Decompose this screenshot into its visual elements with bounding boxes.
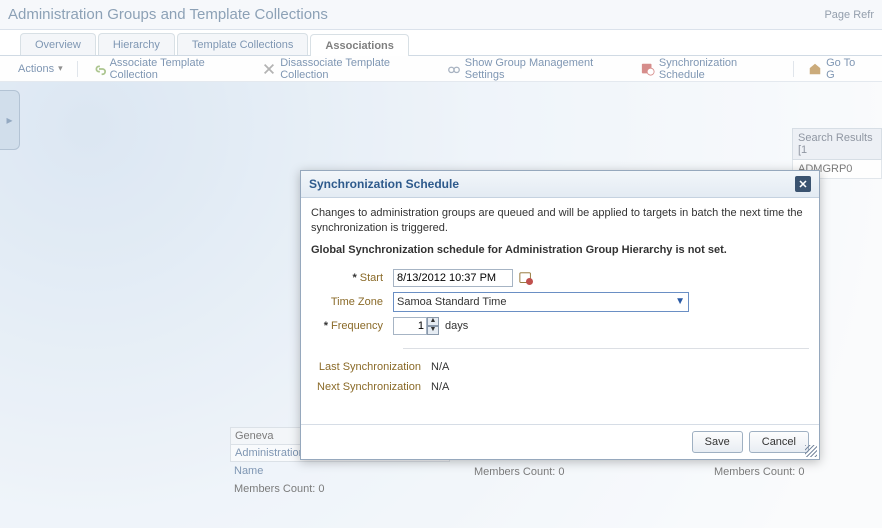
last-sync-label: Last Synchronization — [311, 361, 431, 373]
show-settings-label: Show Group Management Settings — [465, 57, 627, 81]
page-refreshed-label: Page Refr — [824, 9, 874, 21]
tab-associations[interactable]: Associations — [310, 34, 408, 56]
frequency-unit: days — [445, 320, 468, 332]
page-title: Administration Groups and Template Colle… — [8, 6, 328, 23]
tab-overview[interactable]: Overview — [20, 33, 96, 55]
card-members-label: Members Count: — [474, 466, 555, 478]
toolbar-separator — [77, 61, 78, 77]
home-icon — [808, 62, 822, 76]
chevron-down-icon: ▼ — [675, 296, 685, 307]
timezone-value: Samoa Standard Time — [397, 296, 506, 308]
dialog-title: Synchronization Schedule — [309, 177, 459, 191]
link-icon — [92, 62, 106, 76]
card-members-value: 0 — [318, 483, 324, 495]
dialog-close-button[interactable]: ✕ — [795, 176, 811, 192]
sync-schedule-button[interactable]: Synchronization Schedule — [641, 57, 779, 81]
disassociate-template-button[interactable]: Disassociate Template Collection — [262, 57, 433, 81]
spinner-down-button[interactable]: ▼ — [427, 326, 439, 335]
close-icon: ✕ — [798, 178, 807, 191]
show-group-management-button[interactable]: Show Group Management Settings — [447, 57, 627, 81]
frequency-label: Frequency — [311, 320, 393, 332]
dialog-titlebar[interactable]: Synchronization Schedule ✕ — [301, 171, 819, 198]
disassociate-label: Disassociate Template Collection — [280, 57, 433, 81]
cancel-button[interactable]: Cancel — [749, 431, 809, 453]
spinner-up-button[interactable]: ▲ — [427, 317, 439, 326]
dialog-footer: Save Cancel — [301, 424, 819, 459]
dialog-body: Changes to administration groups are que… — [301, 198, 819, 424]
tab-bar: Overview Hierarchy Template Collections … — [0, 30, 882, 56]
toolbar-separator — [793, 61, 794, 77]
next-sync-value: N/A — [431, 381, 449, 393]
associate-template-button[interactable]: Associate Template Collection — [92, 57, 249, 81]
save-button[interactable]: Save — [692, 431, 743, 453]
form-separator — [403, 348, 809, 349]
dialog-description: Changes to administration groups are que… — [311, 206, 809, 236]
card-members-value: 0 — [798, 466, 804, 478]
glasses-icon — [447, 62, 461, 76]
card-members-value: 0 — [558, 466, 564, 478]
start-label: Start — [311, 272, 393, 284]
start-input[interactable] — [393, 269, 513, 287]
timezone-label: Time Zone — [311, 296, 393, 308]
card-name-label: Name — [234, 465, 263, 477]
actions-menu[interactable]: Actions — [18, 63, 63, 75]
card-members-label: Members Count: — [714, 466, 795, 478]
next-sync-label: Next Synchronization — [311, 381, 431, 393]
goto-label: Go To G — [826, 57, 864, 81]
last-sync-value: N/A — [431, 361, 449, 373]
search-results-header: Search Results [1 — [792, 128, 882, 160]
tab-hierarchy[interactable]: Hierarchy — [98, 33, 175, 55]
dialog-status-message: Global Synchronization schedule for Admi… — [311, 244, 809, 256]
frequency-spinner[interactable]: ▲ ▼ — [393, 317, 439, 335]
expand-panel-handle[interactable]: ▸ — [0, 90, 20, 150]
goto-group-button[interactable]: Go To G — [808, 57, 864, 81]
group-card[interactable]: Members Count: 0 — [470, 463, 690, 498]
associate-label: Associate Template Collection — [110, 57, 249, 81]
date-picker-icon[interactable] — [519, 271, 533, 285]
frequency-input[interactable] — [393, 317, 427, 335]
page-header: Administration Groups and Template Colle… — [0, 0, 882, 30]
tab-template-collections[interactable]: Template Collections — [177, 33, 309, 55]
timezone-select[interactable]: Samoa Standard Time ▼ — [393, 292, 689, 312]
group-card[interactable]: Members Count: 0 — [710, 463, 882, 498]
unlink-icon — [262, 62, 276, 76]
resize-grip[interactable] — [805, 445, 817, 457]
toolbar: Actions Associate Template Collection Di… — [0, 56, 882, 82]
calendar-clock-icon — [641, 62, 655, 76]
sync-schedule-label: Synchronization Schedule — [659, 57, 779, 81]
sync-schedule-dialog: Synchronization Schedule ✕ Changes to ad… — [300, 170, 820, 460]
card-members-label: Members Count: — [234, 483, 315, 495]
chevron-right-icon: ▸ — [6, 113, 12, 127]
